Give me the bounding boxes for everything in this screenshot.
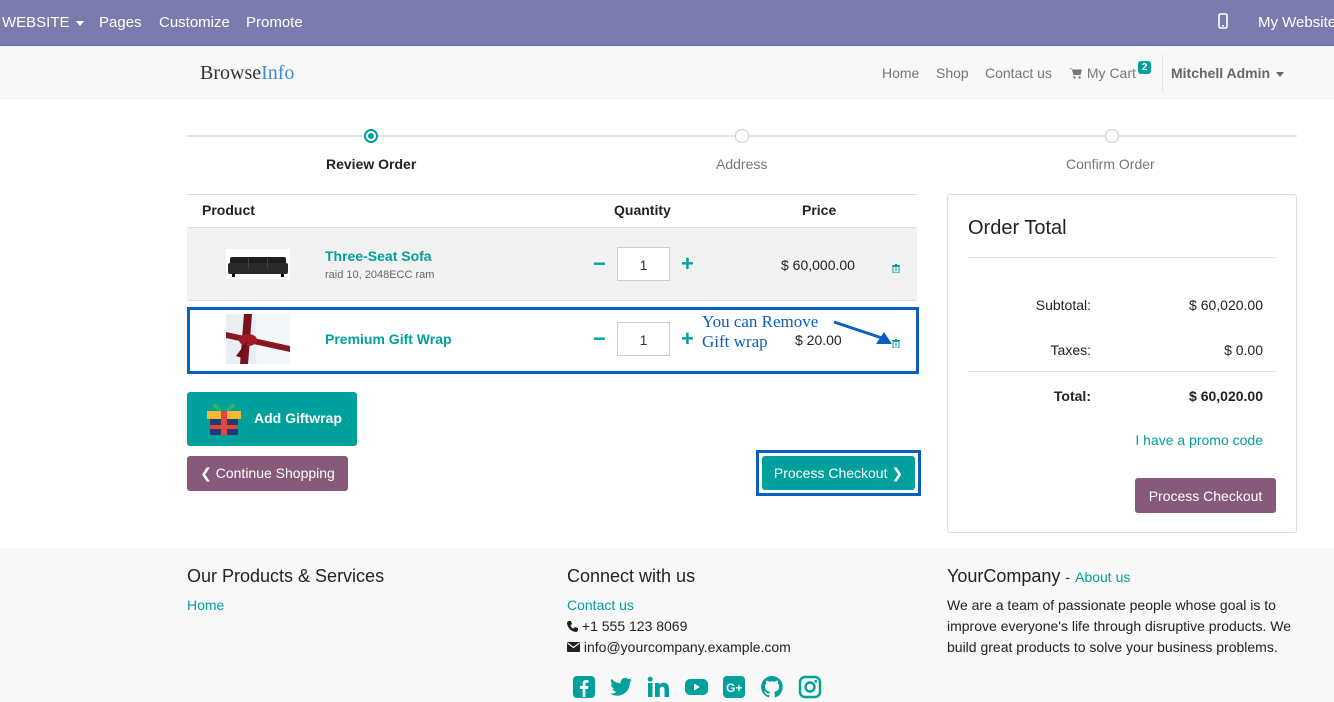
brand-logo[interactable]: BrowseInfo	[200, 62, 294, 85]
nav-contact-link[interactable]: Contact us	[985, 65, 1052, 81]
quantity-input[interactable]: 1	[617, 322, 670, 356]
email-address[interactable]: info@yourcompany.example.com	[584, 639, 791, 655]
linkedin-icon[interactable]	[646, 675, 670, 699]
google-plus-icon[interactable]: G+	[722, 675, 746, 699]
footer-contact-link[interactable]: Contact us	[567, 597, 634, 613]
add-giftwrap-label: Add Giftwrap	[254, 410, 342, 426]
company-description: We are a team of passionate people whose…	[947, 597, 1292, 655]
nav-divider	[1162, 54, 1163, 92]
process-checkout-label: Process Checkout	[773, 465, 888, 481]
increase-quantity-button[interactable]: +	[681, 253, 694, 275]
phone-icon	[567, 621, 578, 632]
continue-shopping-label: Continue Shopping	[215, 465, 335, 481]
company-name: YourCompany	[947, 566, 1061, 586]
add-giftwrap-button[interactable]: Add Giftwrap	[187, 392, 357, 446]
continue-shopping-button[interactable]: ❮ Continue Shopping	[187, 456, 348, 491]
column-header-product: Product	[202, 202, 255, 218]
footer-home-link[interactable]: Home	[187, 597, 224, 613]
subtotal-label: Subtotal:	[1035, 297, 1091, 313]
column-header-quantity: Quantity	[614, 202, 671, 218]
gift-box-icon	[207, 403, 241, 435]
wizard-step-dot-review	[364, 129, 378, 143]
promote-menu[interactable]: Promote	[246, 14, 303, 31]
mobile-phone-icon[interactable]	[1218, 13, 1228, 33]
svg-text:G+: G+	[726, 681, 742, 695]
annotation-callout: You can Remove Gift wrap	[702, 312, 818, 352]
order-total-title: Order Total	[968, 217, 1067, 239]
logo-info: Info	[261, 62, 295, 84]
trash-icon[interactable]	[892, 260, 900, 274]
card-divider	[968, 257, 1276, 258]
footer-company-title: YourCompany - About us	[947, 566, 1130, 587]
envelope-icon	[567, 642, 580, 652]
about-us-link[interactable]: About us	[1075, 569, 1130, 585]
taxes-label: Taxes:	[1050, 342, 1091, 358]
nav-shop-link[interactable]: Shop	[936, 65, 969, 81]
github-icon[interactable]	[760, 675, 784, 699]
subtotal-value: $ 60,020.00	[1189, 297, 1263, 313]
caret-down-icon	[1276, 71, 1285, 77]
title-separator: -	[1065, 569, 1071, 585]
footer-products-title: Our Products & Services	[187, 566, 385, 586]
chevron-left-icon: ❮	[200, 465, 212, 481]
annotation-arrow-icon	[833, 320, 892, 344]
quantity-input[interactable]: 1	[617, 247, 670, 281]
website-menu[interactable]: WEBSITE	[2, 14, 84, 31]
youtube-icon[interactable]	[684, 675, 708, 699]
wizard-step-dot-address	[735, 129, 749, 143]
user-name: Mitchell Admin	[1171, 65, 1271, 81]
pages-menu[interactable]: Pages	[99, 14, 142, 31]
product-description: raid 10, 2048ECC ram	[325, 269, 435, 281]
product-image-sofa[interactable]	[226, 249, 290, 279]
shopping-cart-icon	[1069, 68, 1082, 79]
cart-label: My Cart	[1086, 65, 1136, 81]
cart-count-badge: 2	[1137, 61, 1152, 74]
caret-down-icon	[75, 20, 84, 26]
decrease-quantity-button[interactable]: −	[593, 253, 606, 275]
increase-quantity-button[interactable]: +	[681, 328, 694, 350]
footer-connect-title: Connect with us	[567, 566, 696, 586]
user-menu[interactable]: Mitchell Admin	[1171, 65, 1285, 81]
my-website-menu[interactable]: My Website	[1258, 14, 1334, 31]
line-price: $ 60,000.00	[781, 257, 855, 273]
product-name-link[interactable]: Three-Seat Sofa	[325, 248, 432, 264]
main-navbar: BrowseInfo Home Shop Contact us My Cart 2…	[0, 46, 1334, 99]
taxes-value: $ 0.00	[1224, 342, 1263, 358]
site-footer: Our Products & Services Home Connect wit…	[0, 548, 1334, 702]
website-admin-bar: WEBSITE Pages Customize Promote My Websi…	[0, 0, 1334, 46]
annotation-line-2: Gift wrap	[702, 332, 768, 351]
decrease-quantity-button[interactable]: −	[593, 328, 606, 350]
twitter-icon[interactable]	[609, 675, 633, 699]
instagram-icon[interactable]	[798, 675, 822, 699]
product-image-gift-wrap[interactable]	[226, 314, 290, 364]
column-header-price: Price	[802, 202, 837, 218]
wizard-step-address: Address	[716, 156, 768, 172]
footer-phone: +1 555 123 8069	[567, 618, 687, 634]
nav-home-link[interactable]: Home	[882, 65, 919, 81]
product-name-link[interactable]: Premium Gift Wrap	[325, 331, 452, 347]
logo-browse: Browse	[200, 62, 262, 84]
facebook-icon[interactable]	[572, 675, 596, 699]
footer-email: info@yourcompany.example.com	[567, 639, 791, 655]
phone-number: +1 555 123 8069	[581, 618, 688, 634]
total-label: Total:	[1053, 388, 1091, 404]
table-top-border	[187, 194, 917, 195]
promo-code-link[interactable]: I have a promo code	[1135, 432, 1263, 448]
wizard-step-review: Review Order	[326, 156, 417, 172]
chevron-right-icon: ❯	[891, 465, 904, 481]
nav-cart-link[interactable]: My Cart 2	[1069, 61, 1152, 81]
annotation-line-1: You can Remove	[702, 312, 819, 331]
card-divider	[968, 371, 1276, 372]
website-menu-label: WEBSITE	[2, 14, 70, 31]
wizard-step-dot-confirm	[1105, 129, 1119, 143]
wizard-step-confirm: Confirm Order	[1066, 156, 1155, 172]
process-checkout-button-sidebar[interactable]: Process Checkout	[1135, 478, 1276, 513]
total-value: $ 60,020.00	[1189, 388, 1263, 404]
customize-menu[interactable]: Customize	[159, 14, 230, 31]
process-checkout-button[interactable]: Process Checkout ❯	[762, 456, 915, 490]
